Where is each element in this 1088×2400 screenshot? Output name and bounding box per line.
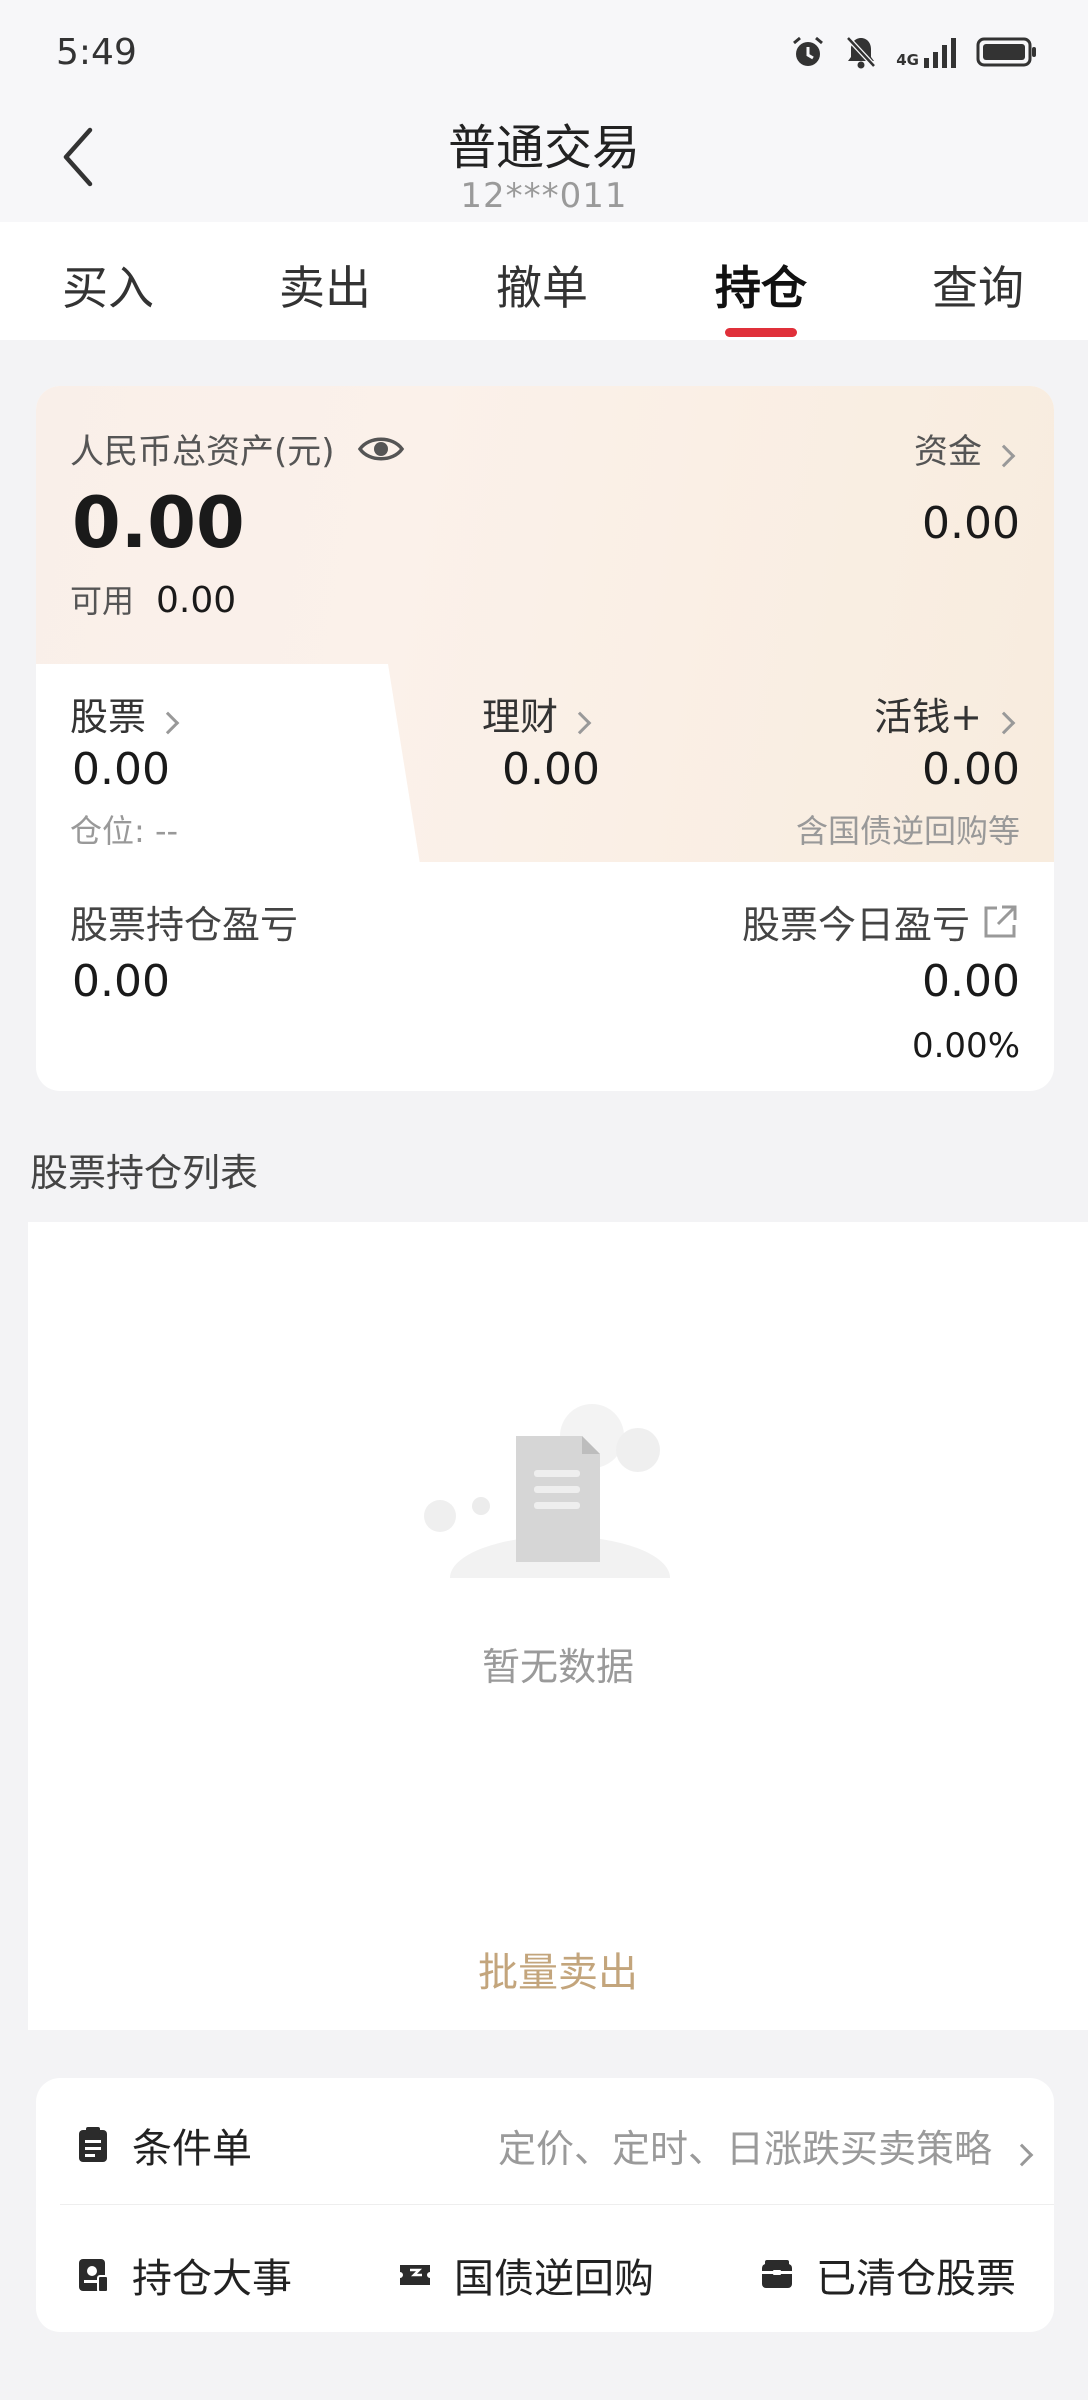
wealth-link[interactable]: 理财 [482, 686, 592, 741]
funds-link[interactable]: 资金 [914, 424, 1016, 473]
signal-icon [924, 38, 956, 68]
stock-label: 股票 [70, 695, 147, 739]
external-link-icon [984, 905, 1017, 937]
flex-cash-value: 0.00 [922, 744, 1020, 795]
chevron-right-icon [1010, 2143, 1034, 2166]
tab-sell[interactable]: 卖出 [225, 252, 425, 318]
condition-order-desc-link[interactable]: 定价、定时、日涨跌买卖策略 [497, 2118, 1034, 2173]
stock-link[interactable]: 股票 [70, 686, 180, 741]
chevron-right-icon [568, 711, 592, 734]
network-label: 4G [896, 51, 919, 69]
active-tab-indicator [725, 328, 797, 337]
battery-icon [976, 37, 1036, 67]
condition-order-item[interactable]: 条件单 [76, 2116, 252, 2174]
divider [60, 2204, 1054, 2205]
asset-card: 人民币总资产(元) 资金 0.00 0.00 可用 0.00 股票 0.00 仓… [36, 386, 1054, 1091]
positions-list [28, 1222, 1088, 2030]
flex-cash-label: 活钱+ [874, 695, 982, 739]
batch-sell-button[interactable]: 批量卖出 [0, 1940, 1088, 1998]
total-assets-value: 0.00 [72, 482, 245, 564]
flex-cash-note: 含国债逆回购等 [795, 812, 1020, 850]
available-row: 可用 0.00 [70, 576, 236, 622]
tab-cancel-order[interactable]: 撤单 [442, 252, 642, 318]
condition-order-label: 条件单 [132, 2126, 252, 2172]
cleared-stocks-item[interactable]: 已清仓股票 [760, 2246, 1016, 2304]
status-icons: 4G [790, 34, 1038, 70]
network-indicator: 4G [896, 36, 958, 68]
alarm-icon [793, 36, 824, 66]
eye-icon[interactable] [357, 432, 405, 466]
tab-buy[interactable]: 买入 [8, 252, 208, 318]
holding-pl-value: 0.00 [72, 956, 170, 1007]
chevron-right-icon [156, 711, 180, 734]
total-assets-label: 人民币总资产(元) [70, 432, 335, 472]
ticket-icon [400, 2265, 430, 2285]
page-title: 普通交易 [447, 120, 640, 176]
account-number: 12***011 [460, 176, 628, 216]
available-label: 可用 [70, 582, 135, 620]
stock-value: 0.00 [72, 744, 170, 795]
wealth-value: 0.00 [502, 744, 600, 795]
cleared-stocks-label: 已清仓股票 [816, 2256, 1016, 2302]
flex-cash-link[interactable]: 活钱+ [874, 686, 1016, 741]
chevron-right-icon [992, 711, 1016, 734]
tab-query[interactable]: 查询 [878, 252, 1078, 318]
empty-state-text: 暂无数据 [481, 1645, 634, 1689]
clipboard-icon [79, 2127, 107, 2162]
holding-pl-label: 股票持仓盈亏 [70, 903, 299, 947]
positions-section-title: 股票持仓列表 [30, 1151, 259, 1195]
tab-positions[interactable]: 持仓 [661, 252, 861, 318]
today-pl-link[interactable]: 股票今日盈亏 [742, 894, 1020, 949]
repo-item[interactable]: 国债逆回购 [398, 2246, 654, 2304]
today-pl-label: 股票今日盈亏 [741, 903, 970, 947]
archive-box-icon [762, 2260, 792, 2288]
wealth-label: 理财 [482, 695, 559, 739]
status-time: 5:49 [56, 32, 137, 73]
today-pl-value: 0.00 [922, 956, 1020, 1007]
total-assets-header: 人民币总资产(元) [70, 424, 405, 473]
empty-document-icon [424, 1404, 670, 1578]
available-value: 0.00 [156, 580, 237, 621]
position-events-label: 持仓大事 [132, 2256, 292, 2302]
funds-label: 资金 [914, 432, 982, 472]
position-events-item[interactable]: 持仓大事 [76, 2246, 292, 2304]
repo-label: 国债逆回购 [454, 2256, 654, 2302]
condition-order-desc: 定价、定时、日涨跌买卖策略 [497, 2127, 992, 2171]
chevron-right-icon [992, 444, 1016, 467]
position-ratio: 仓位: -- [70, 812, 179, 850]
news-doc-icon [79, 2259, 109, 2293]
mute-bell-icon [846, 36, 877, 69]
funds-value: 0.00 [922, 498, 1020, 549]
today-pl-percent: 0.00% [911, 1026, 1020, 1066]
